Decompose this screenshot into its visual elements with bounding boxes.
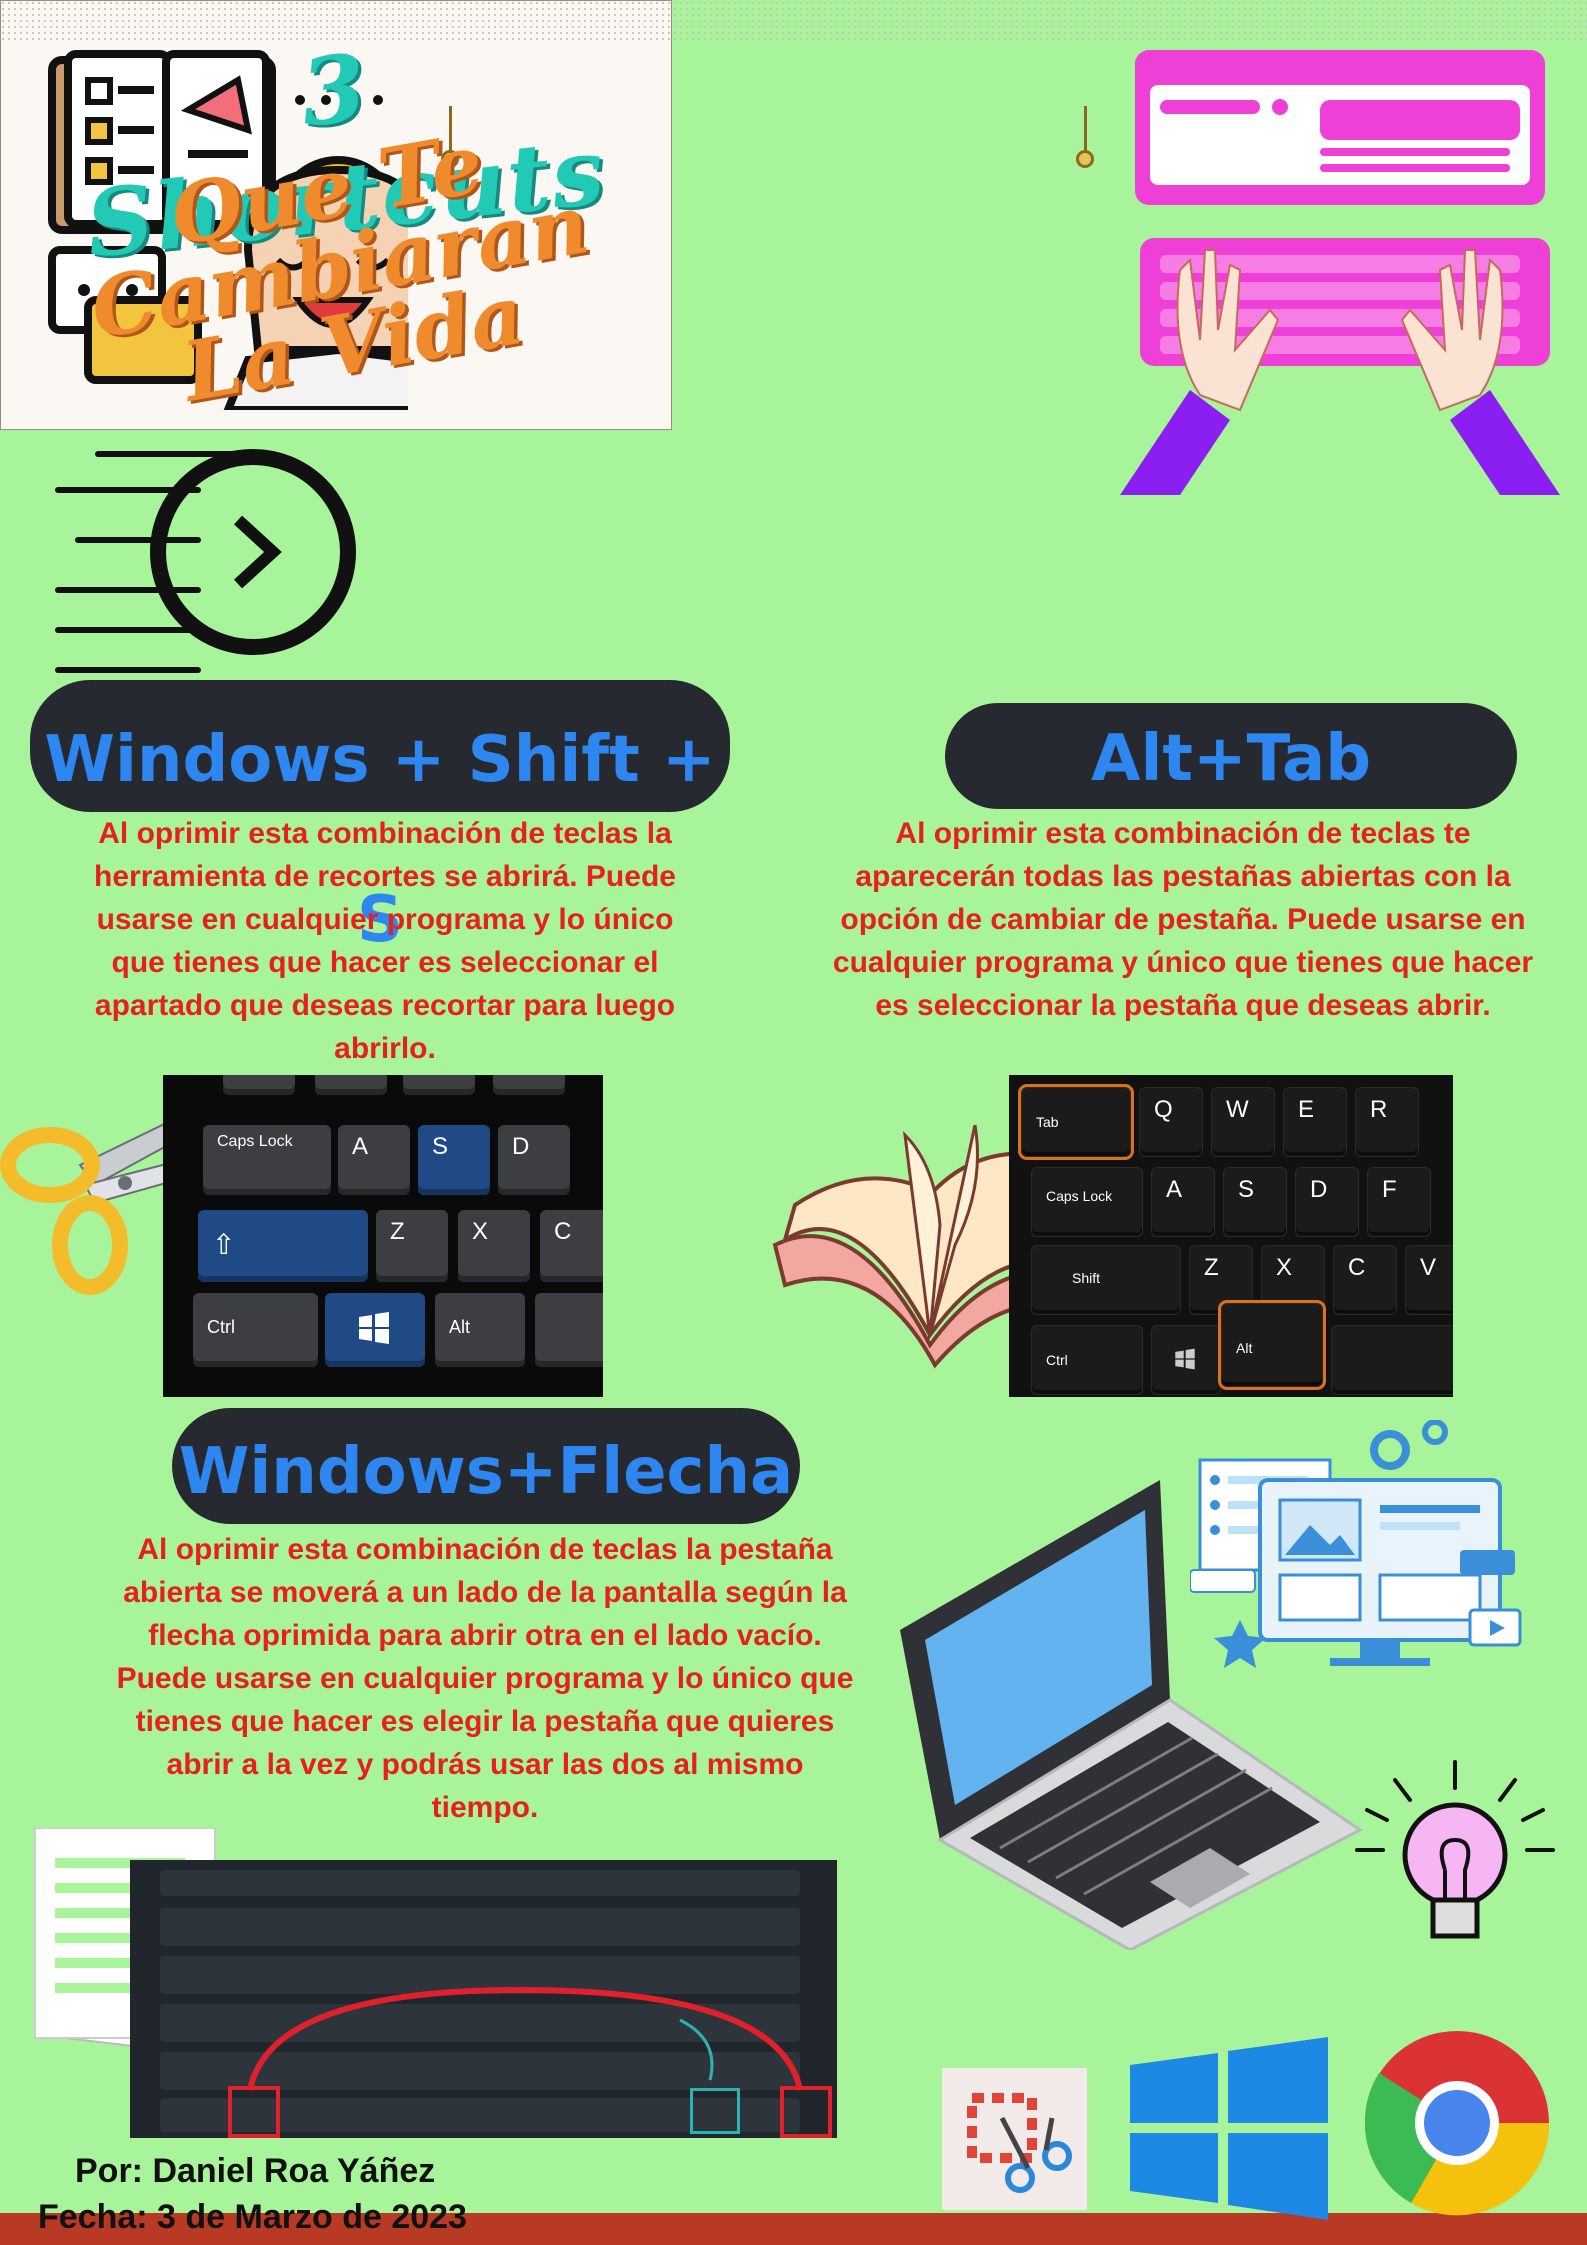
key-f: F <box>1367 1167 1431 1237</box>
key-q: Q <box>1139 1087 1203 1157</box>
section3-body: Al oprimir esta combinación de teclas la… <box>116 1533 854 1824</box>
key <box>315 1075 387 1095</box>
keyboard-photo-windows-arrow <box>130 1860 837 2138</box>
key-x: X <box>458 1210 530 1282</box>
key-shift: Shift <box>1031 1245 1181 1315</box>
date-credit: Fecha: 3 de Marzo de 2023 <box>38 2198 467 2236</box>
key-capslock: Caps Lock <box>203 1125 331 1195</box>
key-s: S <box>418 1125 490 1195</box>
windows-logo-icon <box>359 1312 389 1344</box>
key-z: Z <box>376 1210 448 1282</box>
key-windows <box>1151 1325 1221 1395</box>
section1-body: Al oprimir esta combinación de teclas la… <box>94 817 676 1065</box>
windows-logo-icon <box>1130 2035 1328 2220</box>
section2-heading: Alt+Tab <box>1090 722 1372 796</box>
function-key-row <box>160 1870 800 1896</box>
section3-heading-pill: Windows+Flecha <box>172 1408 800 1524</box>
key-ctrl: Ctrl <box>193 1293 318 1367</box>
key-w: W <box>1211 1087 1275 1157</box>
key-alt: Alt <box>1218 1300 1326 1390</box>
key-space <box>1331 1325 1453 1395</box>
windows-logo-icon <box>1175 1348 1195 1370</box>
key-r: R <box>1355 1087 1419 1157</box>
key <box>223 1075 295 1095</box>
sign-hook-right <box>1076 150 1094 168</box>
key-alt: Alt <box>435 1293 525 1367</box>
key-tab: Tab <box>1018 1084 1134 1160</box>
keyboard-photo-windows-shift-s: Caps Lock A S D ⇧ Z X C Ctrl Alt <box>163 1075 603 1397</box>
key <box>535 1293 603 1367</box>
sign-dotted-band <box>0 0 1587 40</box>
key <box>493 1075 565 1095</box>
key-a: A <box>338 1125 410 1195</box>
key-shift: ⇧ <box>198 1210 368 1282</box>
sign-hanger-right <box>1084 106 1087 154</box>
typing-hands-icon <box>1120 50 1560 500</box>
section3-heading: Windows+Flecha <box>178 1435 794 1509</box>
section2-body: Al oprimir esta combinación de teclas te… <box>832 817 1534 1022</box>
key <box>403 1075 475 1095</box>
fast-clock-icon <box>48 440 368 680</box>
key-d: D <box>498 1125 570 1195</box>
number-key-row <box>160 1908 800 1946</box>
key-ctrl: Ctrl <box>1031 1325 1143 1395</box>
key-c: C <box>540 1210 603 1282</box>
author-credit: Por: Daniel Roa Yáñez <box>75 2152 436 2190</box>
key-e: E <box>1283 1087 1347 1157</box>
section1-heading-pill: Windows + Shift + S <box>30 680 730 957</box>
key-capslock: Caps Lock <box>1031 1167 1143 1237</box>
key-windows <box>325 1293 425 1367</box>
key-c: C <box>1333 1245 1397 1315</box>
key-a: A <box>1151 1167 1215 1237</box>
section2-heading-pill: Alt+Tab <box>945 703 1517 809</box>
keyboard-photo-alt-tab: Tab Q W E R Caps Lock A S D F Shift Z X … <box>1009 1075 1453 1397</box>
lightbulb-icon <box>1355 1760 1555 1960</box>
snipping-tool-icon <box>942 2068 1087 2210</box>
red-arrow-curve <box>247 1986 803 2091</box>
key-s: S <box>1223 1167 1287 1237</box>
key-v: V <box>1405 1245 1453 1315</box>
title-sign: 3 Shortcuts Que Te Cambiaran La Vida <box>0 0 1587 2245</box>
chrome-logo-icon <box>1362 2028 1552 2218</box>
laptop-icon <box>900 1470 1370 1952</box>
key-d: D <box>1295 1167 1359 1237</box>
